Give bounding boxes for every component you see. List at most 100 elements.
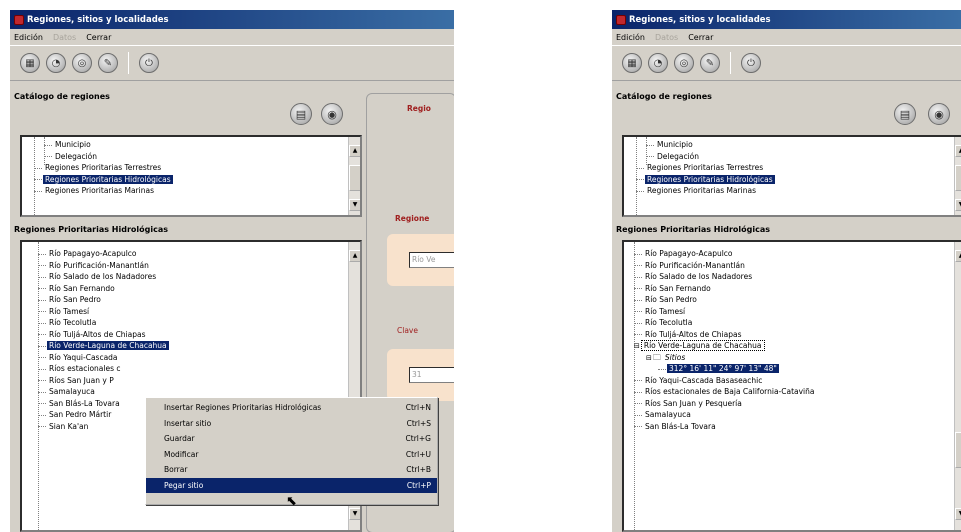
scroll-down-arrow[interactable]: ▼ bbox=[955, 508, 961, 520]
title-bar: Regiones, sitios y localidades bbox=[612, 10, 961, 29]
exit-icon[interactable]: ⏻ bbox=[139, 53, 159, 73]
ctx-save[interactable]: Guardar Ctrl+G bbox=[146, 431, 437, 447]
tree-item[interactable]: Regiones Prioritarias Marinas bbox=[624, 185, 961, 197]
catalog-scrollbar[interactable]: ▲ ▼ bbox=[348, 137, 360, 215]
globe-icon[interactable]: ◉ bbox=[321, 103, 343, 125]
new-icon[interactable]: ▦ bbox=[622, 53, 642, 73]
ctx-modify[interactable]: Modificar Ctrl+U bbox=[146, 447, 437, 463]
tree-item[interactable]: Río San Pedro bbox=[22, 294, 360, 306]
tree-item[interactable]: Samalayuca bbox=[624, 409, 961, 421]
folder-node[interactable]: ⊟🗀 Sitios bbox=[624, 352, 961, 364]
menu-cerrar[interactable]: Cerrar bbox=[86, 33, 111, 42]
app-icon bbox=[616, 14, 626, 25]
ctx-delete[interactable]: Borrar Ctrl+B bbox=[146, 462, 437, 478]
scroll-down-arrow[interactable]: ▼ bbox=[955, 199, 961, 211]
expander-icon[interactable]: ⊟ bbox=[634, 342, 640, 350]
tree-item[interactable]: Río Salado de los Nadadores bbox=[22, 271, 360, 283]
scroll-thumb[interactable] bbox=[955, 165, 961, 191]
tree-item[interactable]: Samalayuca bbox=[22, 386, 360, 398]
region-label: Regione bbox=[395, 214, 430, 223]
tree-item[interactable]: Río San Fernando bbox=[22, 283, 360, 295]
scroll-up-arrow[interactable]: ▲ bbox=[349, 250, 360, 262]
tree-item-selected[interactable]: Regiones Prioritarias Hidrológicas bbox=[624, 174, 961, 186]
hydro-scrollbar[interactable]: ▲ ▼ bbox=[954, 242, 961, 530]
menu-edicion[interactable]: Edición bbox=[14, 33, 43, 42]
folder-icon: 🗀 bbox=[652, 352, 661, 362]
scroll-thumb[interactable] bbox=[955, 432, 961, 468]
tree-item[interactable]: Río Yaqui-Cascada Basaseachic bbox=[624, 375, 961, 387]
exit-icon[interactable]: ⏻ bbox=[741, 53, 761, 73]
tree-item[interactable]: Regiones Prioritarias Terrestres bbox=[22, 162, 360, 174]
open-icon[interactable]: ◔ bbox=[46, 53, 66, 73]
app-icon bbox=[14, 14, 24, 25]
globe-icon[interactable]: ◉ bbox=[928, 103, 950, 125]
hydro-label: Regiones Prioritarias Hidrológicas bbox=[14, 225, 169, 234]
clave-input[interactable]: 31 bbox=[409, 367, 454, 383]
tools-icon[interactable]: ✎ bbox=[98, 53, 118, 73]
tree-item[interactable]: Río San Fernando bbox=[624, 283, 961, 295]
tree-item-selected[interactable]: 312° 16' 11" 24° 97' 13" 48" bbox=[624, 363, 961, 375]
ctx-paste-site[interactable]: Pegar sitio Ctrl+P bbox=[146, 477, 437, 493]
tree-item-selected[interactable]: Río Verde-Laguna de Chacahua bbox=[22, 340, 360, 352]
region-input[interactable]: Río Ve bbox=[409, 252, 454, 268]
scroll-up-arrow[interactable]: ▲ bbox=[349, 145, 360, 157]
tools-icon[interactable]: ✎ bbox=[700, 53, 720, 73]
open-icon[interactable]: ◔ bbox=[648, 53, 668, 73]
menu-datos[interactable]: Datos bbox=[655, 33, 678, 42]
menu-edicion[interactable]: Edición bbox=[616, 33, 645, 42]
ctx-insert-site[interactable]: Insertar sitio Ctrl+S bbox=[146, 416, 437, 432]
ctx-insert-region[interactable]: Insertar Regiones Prioritarias Hidrológi… bbox=[146, 400, 437, 416]
tree-item[interactable]: Río Salado de los Nadadores bbox=[624, 271, 961, 283]
context-menu: Insertar Regiones Prioritarias Hidrológi… bbox=[145, 397, 438, 505]
scroll-down-arrow[interactable]: ▼ bbox=[349, 508, 360, 520]
tree-item[interactable]: Municipio bbox=[624, 139, 961, 151]
scroll-up-arrow[interactable]: ▲ bbox=[955, 250, 961, 262]
scroll-thumb[interactable] bbox=[349, 165, 360, 191]
tree-item[interactable]: Ríos San Juan y Pesquería bbox=[624, 398, 961, 410]
detail-header: Regio bbox=[407, 104, 431, 113]
tree-item[interactable]: Río Papagayo-Acapulco bbox=[22, 248, 360, 260]
catalog-list-icon[interactable]: ▤ bbox=[290, 103, 312, 125]
tree-item[interactable]: Río Tuljá-Altos de Chiapas bbox=[22, 329, 360, 341]
refresh-icon[interactable]: ◎ bbox=[674, 53, 694, 73]
tree-item[interactable]: Regiones Prioritarias Marinas bbox=[22, 185, 360, 197]
tree-item-selected[interactable]: Regiones Prioritarias Hidrológicas bbox=[22, 174, 360, 186]
toolbar: ▦ ◔ ◎ ✎ ⏻ bbox=[612, 45, 961, 81]
tree-item[interactable]: Ríos estacionales c bbox=[22, 363, 360, 375]
new-icon[interactable]: ▦ bbox=[20, 53, 40, 73]
hydro-label: Regiones Prioritarias Hidrológicas bbox=[616, 225, 771, 234]
tree-item[interactable]: Delegación bbox=[22, 151, 360, 163]
tree-item[interactable]: Río Papagayo-Acapulco bbox=[624, 248, 961, 260]
tree-item[interactable]: Río Purificación-Manantlán bbox=[22, 260, 360, 272]
tree-item[interactable]: Río Purificación-Manantlán bbox=[624, 260, 961, 272]
refresh-icon[interactable]: ◎ bbox=[72, 53, 92, 73]
tree-item[interactable]: Río Tamesí bbox=[624, 306, 961, 318]
catalog-tree[interactable]: Municipio Delegación Regiones Prioritari… bbox=[20, 135, 362, 217]
tree-item[interactable]: Regiones Prioritarias Terrestres bbox=[624, 162, 961, 174]
catalog-list-icon[interactable]: ▤ bbox=[894, 103, 916, 125]
hydro-tree[interactable]: Río Papagayo-Acapulco Río Purificación-Ma… bbox=[622, 240, 961, 532]
tree-item[interactable]: Río Tecolutla bbox=[624, 317, 961, 329]
tree-item[interactable]: Río San Pedro bbox=[624, 294, 961, 306]
tree-item[interactable]: Río Tecolutla bbox=[22, 317, 360, 329]
tree-item[interactable]: Ríos estacionales de Baja California-Cat… bbox=[624, 386, 961, 398]
catalog-scrollbar[interactable]: ▲ ▼ bbox=[954, 137, 961, 215]
menu-datos[interactable]: Datos bbox=[53, 33, 76, 42]
expander-icon[interactable]: ⊟ bbox=[646, 354, 652, 362]
tree-item[interactable]: ⊟ Río Verde-Laguna de Chacahua bbox=[624, 340, 961, 352]
catalog-label: Catálogo de regiones bbox=[616, 92, 712, 101]
menu-cerrar[interactable]: Cerrar bbox=[688, 33, 713, 42]
menu-bar: Edición Datos Cerrar bbox=[612, 29, 961, 45]
tree-item[interactable]: Delegación bbox=[624, 151, 961, 163]
tree-item[interactable]: Ríos San Juan y P bbox=[22, 375, 360, 387]
toolbar: ▦ ◔ ◎ ✎ ⏻ bbox=[10, 45, 454, 81]
tree-item[interactable]: Río Yaqui-Cascada bbox=[22, 352, 360, 364]
scroll-down-arrow[interactable]: ▼ bbox=[349, 199, 360, 211]
tree-item[interactable]: Río Tamesí bbox=[22, 306, 360, 318]
window-title: Regiones, sitios y localidades bbox=[629, 14, 771, 25]
tree-item[interactable]: Municipio bbox=[22, 139, 360, 151]
tree-item[interactable]: Río Tuljá-Altos de Chiapas bbox=[624, 329, 961, 341]
tree-item[interactable]: San Blás-La Tovara bbox=[624, 421, 961, 433]
scroll-up-arrow[interactable]: ▲ bbox=[955, 145, 961, 157]
catalog-tree[interactable]: Municipio Delegación Regiones Prioritari… bbox=[622, 135, 961, 217]
